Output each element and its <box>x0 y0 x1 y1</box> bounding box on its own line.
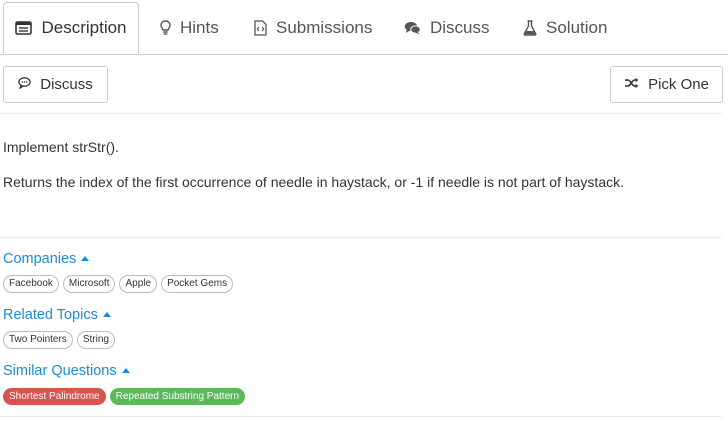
tab-bar-divider <box>0 54 728 55</box>
company-tag[interactable]: Pocket Gems <box>161 275 234 293</box>
caret-up-icon <box>81 255 90 261</box>
caret-up-icon <box>102 311 111 317</box>
divider <box>0 113 722 114</box>
similar-questions-title: Similar Questions <box>3 363 117 379</box>
tab-bar: Description Hints Submissions Discuss So… <box>0 0 728 55</box>
question-tag[interactable]: Repeated Substring Pattern <box>109 388 246 405</box>
comments-icon <box>404 21 421 35</box>
similar-questions-tags: Shortest Palindrome Repeated Substring P… <box>3 388 246 405</box>
discuss-button-label: Discuss <box>40 76 93 93</box>
problem-description: Returns the index of the first occurrenc… <box>3 174 624 190</box>
tab-discuss[interactable]: Discuss <box>404 2 490 54</box>
tab-label: Solution <box>546 18 608 37</box>
tab-label: Description <box>41 18 127 37</box>
related-topics-toggle[interactable]: Related Topics <box>3 307 111 323</box>
company-tag[interactable]: Apple <box>119 275 158 293</box>
topic-tag[interactable]: String <box>76 331 115 349</box>
related-topics-tags: Two Pointers String <box>3 331 115 349</box>
pick-one-button-label: Pick One <box>648 76 709 93</box>
similar-questions-toggle[interactable]: Similar Questions <box>3 363 130 379</box>
tab-description[interactable]: Description <box>3 2 139 54</box>
tab-label: Hints <box>180 18 219 37</box>
question-tag[interactable]: Shortest Palindrome <box>3 388 106 405</box>
comment-icon <box>18 76 31 93</box>
pick-one-button[interactable]: Pick One <box>610 66 723 103</box>
problem-statement: Implement strStr(). <box>3 139 119 155</box>
divider <box>0 416 722 417</box>
tab-solution[interactable]: Solution <box>523 2 607 54</box>
companies-title: Companies <box>3 251 77 267</box>
company-tag[interactable]: Facebook <box>3 275 59 293</box>
tab-label: Discuss <box>430 18 490 37</box>
topic-tag[interactable]: Two Pointers <box>3 331 73 349</box>
companies-tags: Facebook Microsoft Apple Pocket Gems <box>3 275 234 293</box>
related-topics-title: Related Topics <box>3 307 98 323</box>
tab-submissions[interactable]: Submissions <box>254 2 372 54</box>
description-icon <box>15 21 33 35</box>
lightbulb-icon <box>160 20 171 36</box>
code-file-icon <box>254 20 267 36</box>
company-tag[interactable]: Microsoft <box>62 275 116 293</box>
caret-up-icon <box>121 367 130 373</box>
companies-toggle[interactable]: Companies <box>3 251 90 267</box>
divider <box>0 237 722 238</box>
shuffle-icon <box>624 76 639 93</box>
flask-icon <box>523 20 537 36</box>
discuss-button[interactable]: Discuss <box>3 66 108 103</box>
tab-label: Submissions <box>276 18 373 37</box>
tab-hints[interactable]: Hints <box>160 2 219 54</box>
